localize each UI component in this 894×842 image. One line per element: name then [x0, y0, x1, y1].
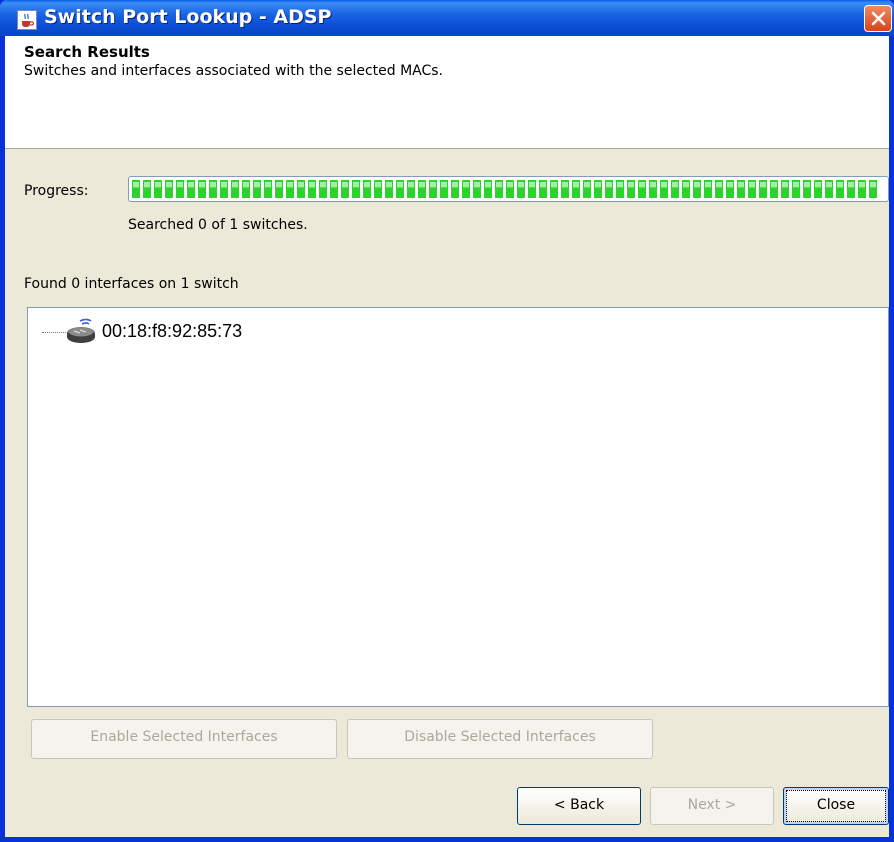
progress-segment-highlight — [815, 182, 821, 188]
disable-selected-interfaces-button[interactable]: Disable Selected Interfaces — [347, 719, 653, 759]
progress-segment-highlight — [727, 182, 733, 188]
window-title: Switch Port Lookup - ADSP — [44, 6, 332, 28]
progress-segment-highlight — [188, 182, 194, 188]
progress-segment-highlight — [441, 182, 447, 188]
progress-segment-highlight — [859, 182, 865, 188]
progress-segment-highlight — [485, 182, 491, 188]
progress-segment-highlight — [738, 182, 744, 188]
progress-segment-highlight — [683, 182, 689, 188]
search-status: Searched 0 of 1 switches. — [128, 217, 308, 233]
progress-segment-highlight — [694, 182, 700, 188]
progress-segment-highlight — [870, 182, 876, 188]
progress-segment-highlight — [760, 182, 766, 188]
progress-segment-highlight — [276, 182, 282, 188]
progress-segment-highlight — [650, 182, 656, 188]
progress-segment-highlight — [232, 182, 238, 188]
progress-segment-highlight — [166, 182, 172, 188]
page-title: Search Results — [24, 43, 150, 61]
tree-node-switch[interactable]: 00:18:f8:92:85:73 — [28, 316, 428, 346]
tree-connector — [42, 332, 66, 333]
progress-segment-highlight — [144, 182, 150, 188]
java-cup-icon — [17, 10, 37, 30]
progress-segment-highlight — [419, 182, 425, 188]
progress-segment-highlight — [342, 182, 348, 188]
progress-segment-highlight — [540, 182, 546, 188]
progress-segment-highlight — [254, 182, 260, 188]
progress-segment-highlight — [133, 182, 139, 188]
progress-segment-highlight — [562, 182, 568, 188]
progress-segment-highlight — [617, 182, 623, 188]
progress-segment-highlight — [804, 182, 810, 188]
progress-segment-highlight — [463, 182, 469, 188]
close-button[interactable]: Close — [783, 787, 889, 825]
progress-segment-highlight — [375, 182, 381, 188]
progress-segment-highlight — [265, 182, 271, 188]
progress-segment-highlight — [782, 182, 788, 188]
progress-segment-highlight — [177, 182, 183, 188]
progress-segment-highlight — [716, 182, 722, 188]
title-bar[interactable]: Switch Port Lookup - ADSP — [0, 0, 894, 36]
progress-segment-highlight — [221, 182, 227, 188]
progress-segment-highlight — [672, 182, 678, 188]
progress-segment-highlight — [793, 182, 799, 188]
progress-segment-highlight — [309, 182, 315, 188]
progress-fill — [132, 180, 885, 198]
progress-segment-highlight — [353, 182, 359, 188]
dialog-window: Switch Port Lookup - ADSP Search Results… — [0, 0, 894, 842]
progress-segment-highlight — [628, 182, 634, 188]
progress-segment-highlight — [771, 182, 777, 188]
network-switch-icon — [64, 318, 98, 350]
close-window-button[interactable] — [864, 5, 892, 32]
progress-segment-highlight — [518, 182, 524, 188]
progress-segment-highlight — [397, 182, 403, 188]
progress-segment-highlight — [595, 182, 601, 188]
progress-segment-highlight — [474, 182, 480, 188]
back-button[interactable]: < Back — [517, 787, 641, 825]
results-summary: Found 0 interfaces on 1 switch — [24, 276, 239, 292]
progress-segment-highlight — [749, 182, 755, 188]
tree-node-label: 00:18:f8:92:85:73 — [102, 321, 243, 341]
progress-segment-highlight — [848, 182, 854, 188]
progress-segment-highlight — [430, 182, 436, 188]
progress-segment-highlight — [661, 182, 667, 188]
progress-segment-highlight — [705, 182, 711, 188]
progress-segment-highlight — [331, 182, 337, 188]
progress-segment-highlight — [529, 182, 535, 188]
enable-selected-interfaces-button[interactable]: Enable Selected Interfaces — [31, 719, 337, 759]
progress-segment-highlight — [826, 182, 832, 188]
results-tree[interactable]: 00:18:f8:92:85:73 — [27, 307, 889, 707]
progress-segment-highlight — [199, 182, 205, 188]
progress-segment-highlight — [287, 182, 293, 188]
progress-segment-highlight — [452, 182, 458, 188]
next-button[interactable]: Next > — [650, 787, 774, 825]
progress-segment-highlight — [298, 182, 304, 188]
progress-label: Progress: — [24, 183, 89, 199]
page-subtitle: Switches and interfaces associated with … — [24, 63, 444, 79]
progress-segment-highlight — [386, 182, 392, 188]
progress-segment-highlight — [573, 182, 579, 188]
progress-segment-highlight — [584, 182, 590, 188]
close-icon — [871, 11, 886, 26]
progress-segment-highlight — [243, 182, 249, 188]
progress-segment-highlight — [507, 182, 513, 188]
progress-segment-highlight — [210, 182, 216, 188]
progress-bar — [128, 176, 889, 202]
progress-segment-highlight — [837, 182, 843, 188]
progress-segment-highlight — [606, 182, 612, 188]
progress-segment-highlight — [639, 182, 645, 188]
progress-segment-highlight — [364, 182, 370, 188]
progress-segment-highlight — [496, 182, 502, 188]
progress-segment-highlight — [408, 182, 414, 188]
progress-segment-highlight — [551, 182, 557, 188]
progress-segment-highlight — [155, 182, 161, 188]
progress-segment-highlight — [320, 182, 326, 188]
